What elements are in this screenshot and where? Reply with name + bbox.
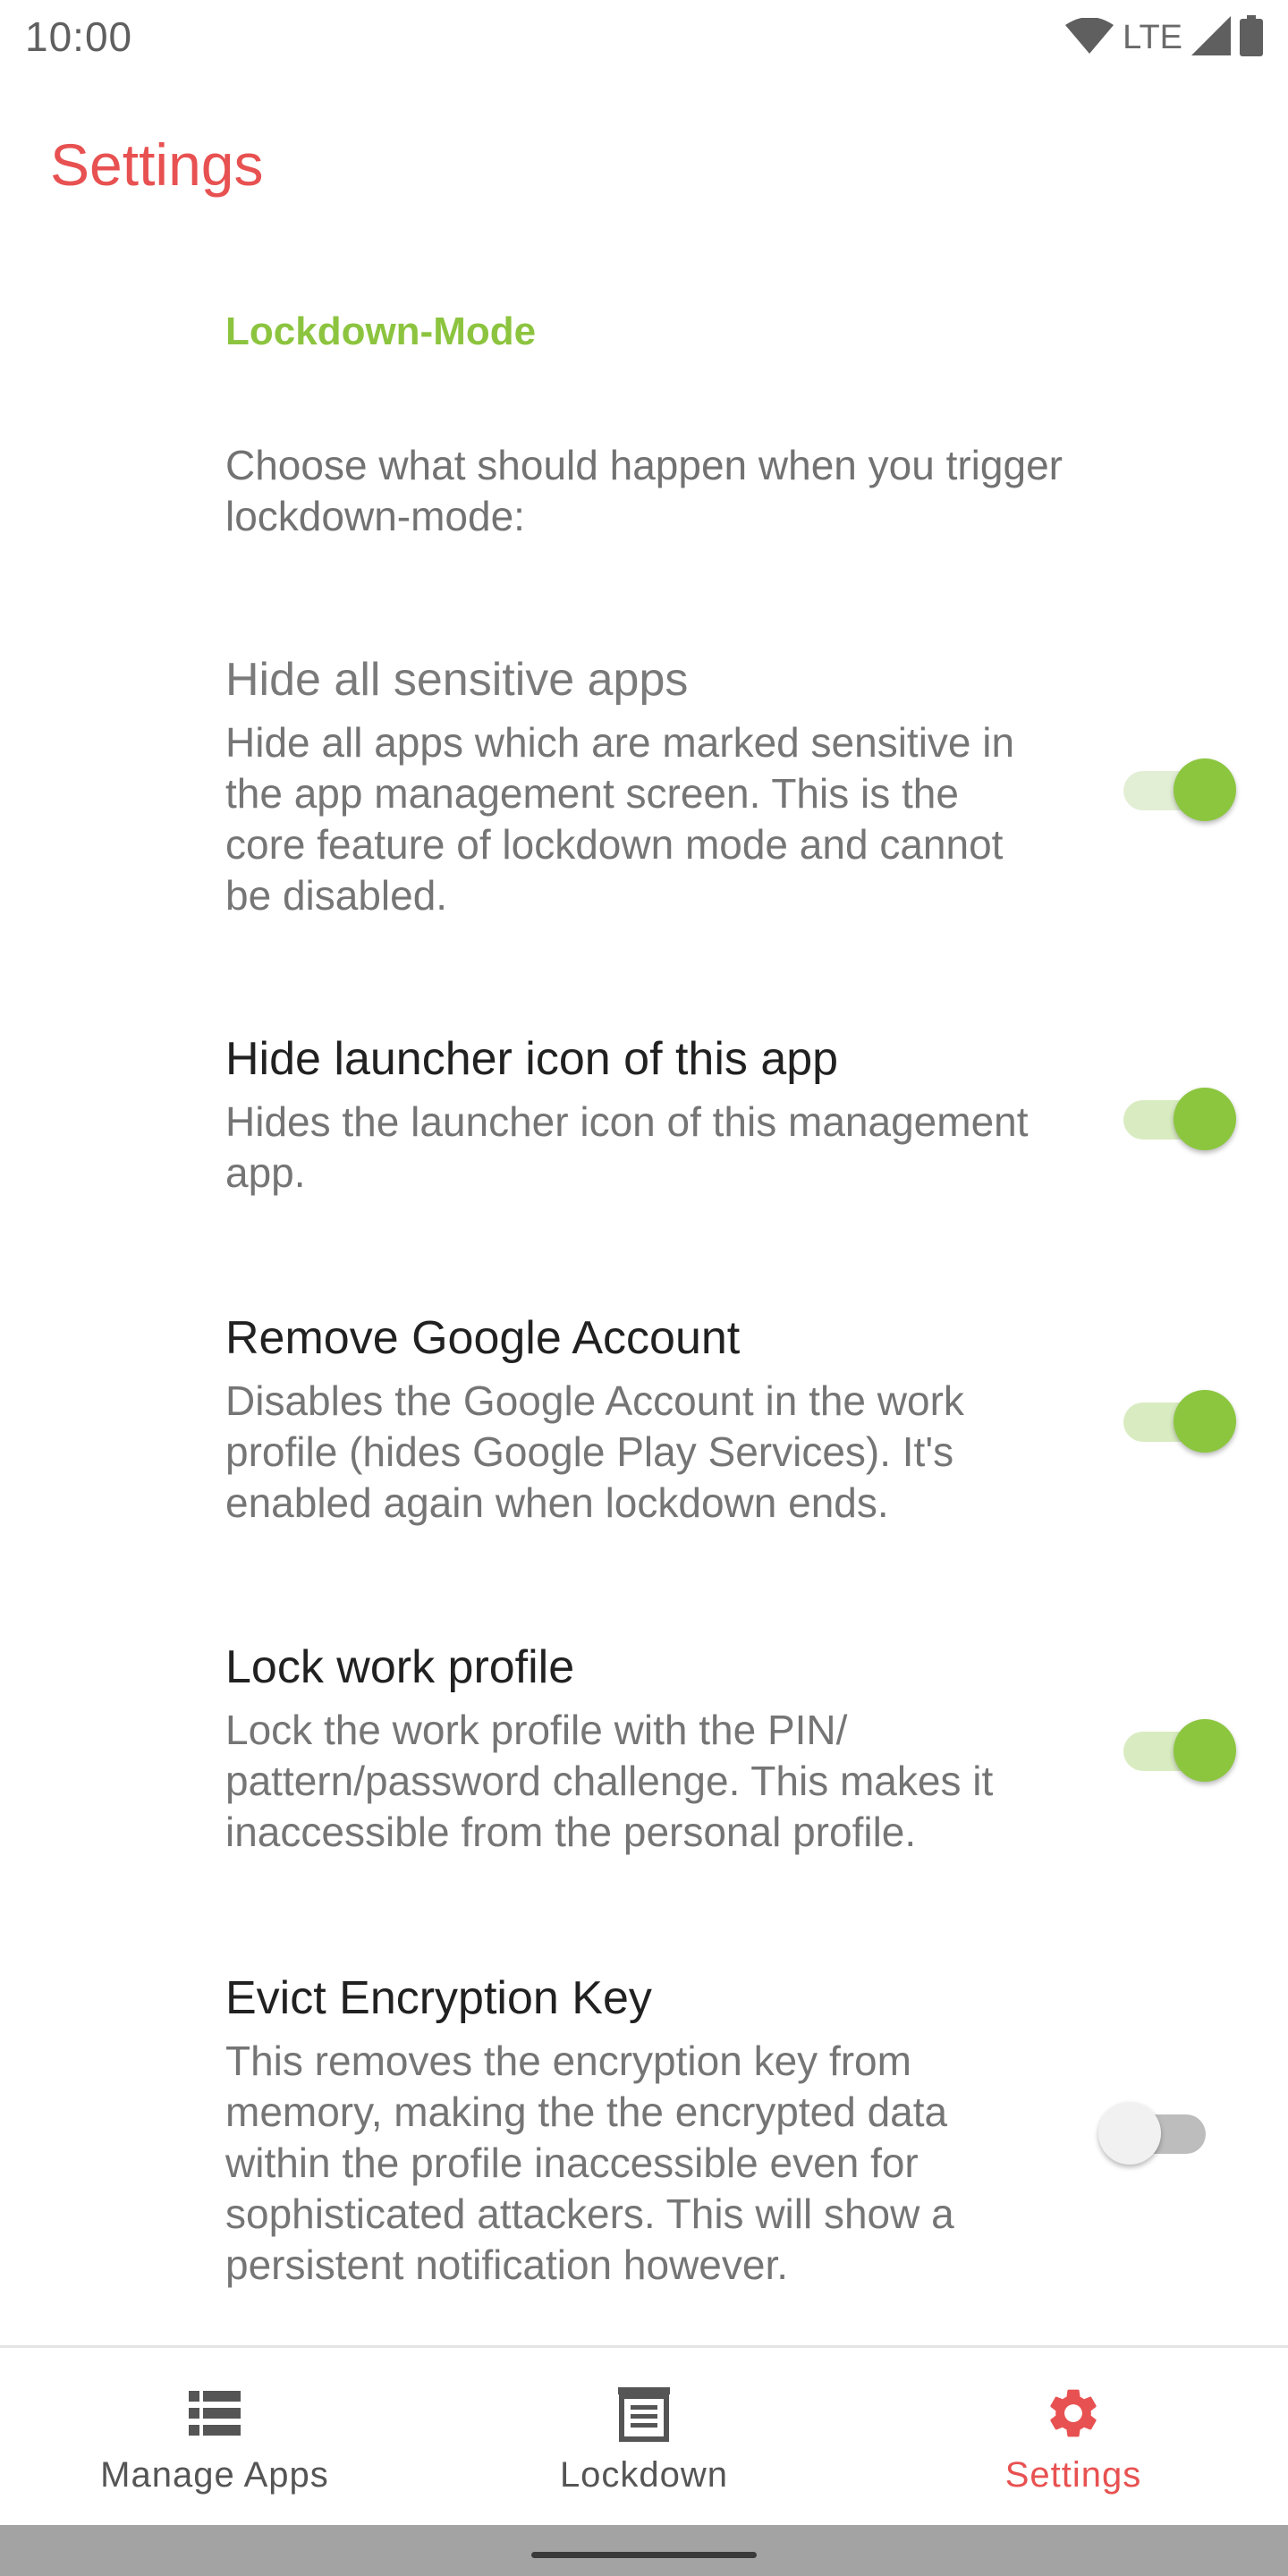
hide-launcher-icon-switch[interactable] [1123, 1082, 1240, 1154]
pref-evict-encryption-key[interactable]: Evict Encryption Key This removes the en… [0, 1971, 1288, 2311]
nav-manage-apps[interactable]: Manage Apps [0, 2348, 429, 2525]
pref-lock-work-profile[interactable]: Lock work profile Lock the work profile … [0, 1640, 1288, 1873]
wifi-icon [1065, 16, 1114, 58]
page-title: Settings [50, 131, 264, 198]
status-icons: LTE [1065, 13, 1263, 63]
cell-signal-icon [1191, 15, 1231, 60]
pref-title: Hide launcher icon of this app [225, 1033, 839, 1085]
bottom-navigation: Manage Apps Lockdown Settings [0, 2348, 1288, 2525]
hide-sensitive-apps-switch [1123, 753, 1240, 825]
pref-title: Evict Encryption Key [225, 1972, 652, 2024]
pref-title: Lock work profile [225, 1641, 575, 1693]
pref-title: Hide all sensitive apps [225, 654, 689, 706]
nav-label: Lockdown [559, 2455, 729, 2495]
home-gesture-handle[interactable] [531, 2552, 757, 2558]
pref-summary: Lock the work profile with the PIN/ patt… [225, 1707, 994, 1855]
pref-summary: This removes the encryption key from mem… [225, 2038, 954, 2288]
pref-remove-google-account[interactable]: Remove Google Account Disables the Googl… [0, 1311, 1288, 1544]
battery-icon [1240, 14, 1263, 61]
lock-work-profile-switch[interactable] [1123, 1714, 1240, 1785]
pref-title: Remove Google Account [225, 1312, 741, 1364]
evict-encryption-key-switch[interactable] [1098, 2097, 1222, 2168]
list-icon [185, 2384, 244, 2443]
gear-icon [1044, 2384, 1103, 2443]
nav-lockdown[interactable]: Lockdown [429, 2348, 859, 2525]
switch-thumb [1174, 1088, 1236, 1150]
nav-label: Settings [1004, 2455, 1142, 2495]
pref-hide-launcher-icon[interactable]: Hide launcher icon of this app Hides the… [0, 1032, 1288, 1211]
nav-settings[interactable]: Settings [859, 2348, 1288, 2525]
settings-screen: 10:00 LTE Settings Lockdown-Mode Choose … [0, 0, 1288, 2576]
pref-summary: Hides the launcher icon of this manageme… [225, 1098, 1029, 1196]
network-type: LTE [1123, 18, 1182, 56]
remove-google-account-switch[interactable] [1123, 1385, 1240, 1456]
pref-summary: Disables the Google Account in the work … [225, 1377, 964, 1526]
category-header: Lockdown-Mode [225, 309, 537, 353]
system-navigation-bar [0, 2525, 1288, 2576]
switch-thumb [1098, 2102, 1161, 2165]
pref-hide-sensitive-apps: Hide all sensitive apps Hide all apps wh… [0, 653, 1288, 966]
pref-summary: Hide all apps which are marked sensitive… [225, 719, 1015, 919]
switch-thumb [1174, 1719, 1236, 1782]
nav-label: Manage Apps [100, 2455, 329, 2495]
switch-thumb [1174, 1390, 1236, 1453]
intro-text: Choose what should happen when you trigg… [225, 442, 1063, 539]
status-bar: 10:00 LTE [0, 0, 1288, 75]
status-time: 10:00 [25, 13, 133, 60]
switch-thumb [1174, 758, 1236, 821]
lockdown-icon [614, 2384, 674, 2443]
